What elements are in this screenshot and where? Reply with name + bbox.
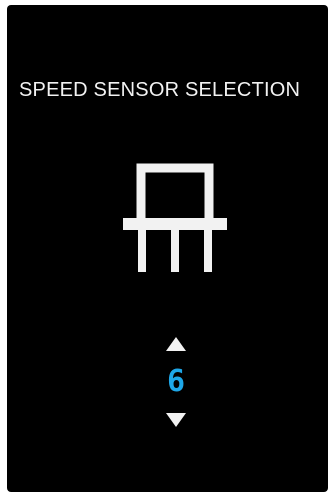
display-screen: SPEED SENSOR SELECTION 6 — [7, 5, 328, 492]
page-title: SPEED SENSOR SELECTION — [19, 79, 301, 101]
triangle-down-icon[interactable] — [166, 413, 186, 427]
sensor-value: 6 — [166, 364, 186, 399]
triangle-up-icon[interactable] — [166, 337, 186, 351]
speed-sensor-icon — [123, 163, 227, 272]
